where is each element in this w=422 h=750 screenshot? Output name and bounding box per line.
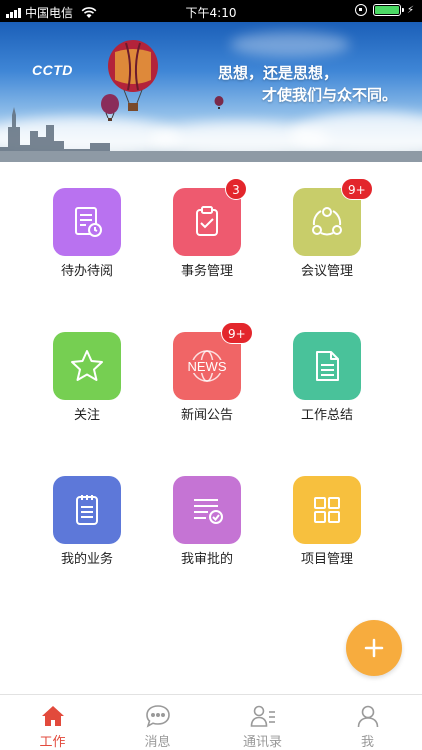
slogan-line-2: 才使我们与众不同。: [262, 86, 398, 104]
home-icon: [40, 703, 66, 729]
tab-work[interactable]: 工作: [0, 695, 105, 750]
module-todo[interactable]: 待办待阅: [27, 162, 147, 279]
module-my-approvals[interactable]: 我审批的: [147, 450, 267, 567]
orientation-lock-icon: [354, 4, 367, 16]
contacts-icon: [250, 703, 276, 729]
plus-icon: [364, 638, 384, 658]
status-bar: 中国电信 下午4:10 ⚡: [0, 0, 422, 22]
chat-bubble-icon: [145, 703, 171, 729]
module-label: 我审批的: [180, 552, 233, 567]
tab-label: 我: [360, 735, 374, 750]
notification-badge: 9+: [341, 178, 373, 200]
module-label: 工作总结: [300, 408, 353, 423]
bottom-tab-bar: 工作 消息 通讯录 我: [0, 694, 422, 750]
notepad-icon: [53, 476, 121, 544]
module-label: 新闻公告: [180, 408, 233, 423]
charging-icon: ⚡: [406, 4, 414, 16]
module-label: 事务管理: [180, 264, 233, 279]
tab-label: 工作: [39, 735, 66, 750]
module-my-business[interactable]: 我的业务: [27, 450, 147, 567]
add-button[interactable]: [346, 620, 402, 676]
module-affairs[interactable]: 3 事务管理: [147, 162, 267, 279]
tab-me[interactable]: 我: [315, 695, 420, 750]
module-projects[interactable]: 项目管理: [267, 450, 387, 567]
header-banner: CCTD 思想，还是思想， 才使我们与众不同。: [0, 22, 422, 162]
list-check-icon: [173, 476, 241, 544]
banner-logo: CCTD: [32, 62, 73, 78]
svg-text:NEWS: NEWS: [188, 359, 227, 374]
module-label: 项目管理: [300, 552, 353, 567]
module-work-summary[interactable]: 工作总结: [267, 306, 387, 423]
notification-badge: 3: [225, 178, 247, 200]
city-skyline: [0, 107, 422, 162]
slogan-line-1: 思想，还是思想，: [218, 64, 339, 82]
document-clock-icon: [53, 188, 121, 256]
module-follow[interactable]: 关注: [27, 306, 147, 423]
tab-label: 通讯录: [242, 735, 282, 750]
tab-contacts[interactable]: 通讯录: [210, 695, 315, 750]
tab-label: 消息: [144, 735, 171, 750]
tab-messages[interactable]: 消息: [105, 695, 210, 750]
battery-icon: [372, 4, 404, 16]
person-icon: [355, 703, 381, 729]
notification-badge: 9+: [221, 322, 253, 344]
module-label: 会议管理: [300, 264, 353, 279]
module-label: 待办待阅: [60, 264, 113, 279]
module-meetings[interactable]: 9+ 会议管理: [267, 162, 387, 279]
star-icon: [53, 332, 121, 400]
module-label: 关注: [73, 408, 100, 423]
module-label: 我的业务: [60, 552, 113, 567]
module-news[interactable]: NEWS 9+ 新闻公告: [147, 306, 267, 423]
status-right: ⚡: [354, 4, 414, 16]
document-lines-icon: [293, 332, 361, 400]
grid-squares-icon: [293, 476, 361, 544]
